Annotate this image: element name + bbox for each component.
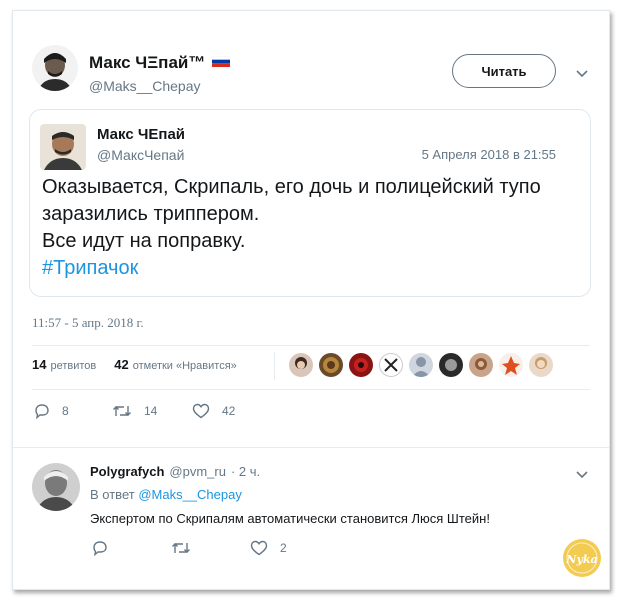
quoted-text: Оказывается, Скрипаль, его дочь и полице… xyxy=(42,174,582,282)
in-reply-to: В ответ @Maks__Chepay xyxy=(90,487,242,502)
author-name[interactable]: Макс ЧΞпай™ xyxy=(89,52,231,73)
reply-count: 8 xyxy=(62,404,69,418)
retweet-icon xyxy=(171,540,191,556)
flag-icon xyxy=(211,52,231,67)
likes-label[interactable]: отметки «Нравится» xyxy=(133,360,237,372)
watermark-logo: Nyka xyxy=(562,538,602,578)
author-handle[interactable]: @Maks__Chepay xyxy=(89,78,201,94)
chevron-down-icon[interactable] xyxy=(576,66,588,81)
likers-avatars xyxy=(289,353,553,377)
svg-text:Nyka: Nyka xyxy=(565,553,597,566)
reply-text: Экспертом по Скрипалям автоматически ста… xyxy=(90,511,490,526)
reply-like-count: 2 xyxy=(280,541,287,555)
reply-author-handle[interactable]: @pvm_ru xyxy=(169,464,226,479)
reply-retweet-action[interactable] xyxy=(171,540,191,556)
chevron-down-icon[interactable] xyxy=(576,467,588,482)
quoted-line: заразились триппером. xyxy=(42,203,260,225)
like-count: 42 xyxy=(222,404,236,418)
liker-avatar[interactable] xyxy=(349,353,373,377)
quoted-author-name: Макс ЧЕпай xyxy=(97,126,186,143)
quoted-line: Все идут на поправку. xyxy=(42,230,246,252)
reply-author-avatar[interactable] xyxy=(32,463,80,511)
liker-avatar[interactable] xyxy=(529,353,553,377)
quoted-author-avatar xyxy=(40,124,86,170)
retweet-action[interactable]: 14 xyxy=(112,403,157,419)
retweet-count: 14 xyxy=(144,404,158,418)
heart-icon xyxy=(192,403,210,419)
liker-avatar[interactable] xyxy=(379,353,403,377)
stats-row: 14 ретвитов 42 отметки «Нравится» xyxy=(32,357,237,372)
reply-icon xyxy=(92,540,108,556)
stats-separator xyxy=(274,352,275,380)
divider xyxy=(32,345,590,346)
author-avatar[interactable] xyxy=(32,45,78,91)
retweets-count[interactable]: 14 xyxy=(32,357,46,372)
liker-avatar[interactable] xyxy=(499,353,523,377)
in-reply-handle[interactable]: @Maks__Chepay xyxy=(138,487,242,502)
like-action[interactable]: 42 xyxy=(192,403,235,419)
liker-avatar[interactable] xyxy=(469,353,493,377)
reply-reply-action[interactable] xyxy=(92,540,108,556)
heart-icon xyxy=(250,540,268,556)
divider xyxy=(32,389,590,390)
follow-button[interactable]: Читать xyxy=(452,54,556,88)
reply-time[interactable]: · 2 ч. xyxy=(231,464,260,479)
liker-avatar[interactable] xyxy=(409,353,433,377)
liker-avatar[interactable] xyxy=(289,353,313,377)
retweets-label[interactable]: ретвитов xyxy=(50,360,96,372)
reply-icon xyxy=(34,403,50,419)
hashtag-link[interactable]: #Трипачок xyxy=(42,255,582,282)
quoted-date: 5 Апреля 2018 в 21:55 xyxy=(421,147,556,162)
likes-count[interactable]: 42 xyxy=(114,357,128,372)
retweet-icon xyxy=(112,403,132,419)
reply-like-action[interactable]: 2 xyxy=(250,540,287,556)
liker-avatar[interactable] xyxy=(319,353,343,377)
divider xyxy=(13,447,609,448)
reply-header: Polygrafych @pvm_ru · 2 ч. xyxy=(90,464,260,479)
tweet-card: Макс ЧΞпай™ @Maks__Chepay Читать Макс ЧЕ… xyxy=(12,10,610,590)
tweet-timestamp[interactable]: 11:57 - 5 апр. 2018 г. xyxy=(32,315,144,331)
quoted-line: Оказывается, Скрипаль, его дочь и полице… xyxy=(42,176,541,198)
liker-avatar[interactable] xyxy=(439,353,463,377)
reply-action[interactable]: 8 xyxy=(34,403,69,419)
quoted-tweet[interactable]: Макс ЧЕпай @МаксЧепай 5 Апреля 2018 в 21… xyxy=(29,109,591,297)
reply-author-name[interactable]: Polygrafych xyxy=(90,464,164,479)
quoted-author-handle: @МаксЧепай xyxy=(97,147,185,163)
